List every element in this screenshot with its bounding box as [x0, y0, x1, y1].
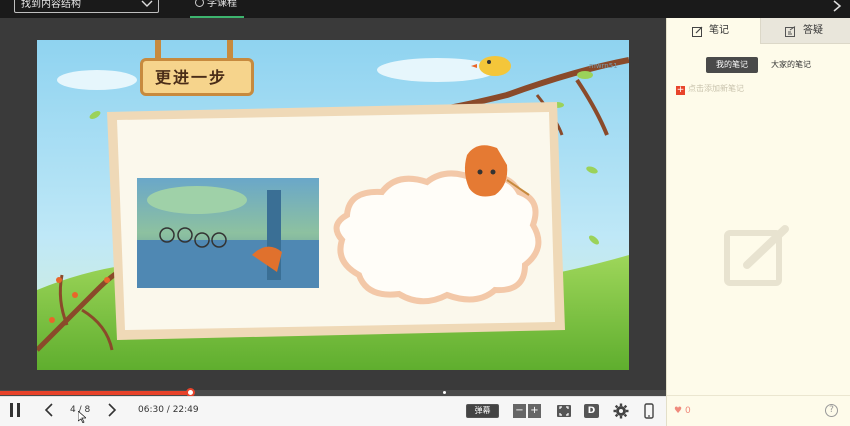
plus-icon: +: [676, 85, 685, 95]
collapse-panel-arrow-icon[interactable]: [832, 0, 842, 12]
top-bar: 找到内容结构 学课程: [0, 0, 850, 18]
panel-tabs: 笔记 答疑: [667, 18, 850, 44]
content-structure-select[interactable]: 找到内容结构: [14, 0, 159, 13]
pause-button[interactable]: [10, 403, 20, 417]
zoom-controls: − +: [513, 404, 542, 418]
tab-notes[interactable]: 笔记: [667, 18, 760, 44]
empty-notes-edit-icon: [724, 225, 789, 286]
filter-all-notes-button[interactable]: 大家的笔记: [771, 59, 811, 70]
slide-illustration: [37, 40, 629, 370]
zoom-in-button[interactable]: +: [528, 404, 541, 418]
next-page-button[interactable]: [107, 403, 117, 417]
tab-qa-label: 答疑: [803, 25, 823, 36]
tab-qa[interactable]: 答疑: [760, 18, 850, 44]
danmu-toggle-button[interactable]: 弹幕: [466, 404, 499, 418]
previous-page-button[interactable]: [44, 403, 54, 417]
banner-title: 更进一步: [155, 68, 228, 87]
panel-footer: ♥ 0 ?: [667, 395, 850, 426]
qa-edit-icon: [785, 26, 796, 37]
add-note-label: 点击添加新笔记: [688, 84, 744, 93]
add-note-link[interactable]: + 点击添加新笔记: [676, 83, 744, 95]
edit-note-icon: [692, 26, 703, 37]
zoom-out-button[interactable]: −: [513, 404, 526, 418]
watermark-text: mwrn51: [589, 62, 618, 70]
player-controls: 4 / 8 06:30 / 22:49 弹幕 − + D: [0, 396, 666, 426]
d-mode-button[interactable]: D: [584, 404, 599, 418]
progress-fill: [0, 391, 190, 395]
like-count[interactable]: ♥ 0: [674, 406, 691, 416]
tab-learn-course-label: 学课程: [207, 0, 237, 9]
like-count-value: 0: [684, 406, 691, 416]
tab-learn-course[interactable]: 学课程: [190, 0, 244, 18]
fullscreen-icon[interactable]: [556, 403, 572, 419]
filter-my-notes-button[interactable]: 我的笔记: [706, 57, 758, 73]
progress-marker: [443, 391, 446, 394]
help-icon[interactable]: ?: [825, 404, 838, 417]
notes-panel: 笔记 答疑 我的笔记 大家的笔记 + 点击添加新笔记 ♥ 0 ?: [666, 18, 850, 426]
content-structure-select-value: 找到内容结构: [21, 0, 81, 10]
video-area[interactable]: 更进一步 mwrn51: [0, 18, 666, 390]
mouse-cursor-icon: [78, 411, 86, 423]
tab-notes-label: 笔记: [709, 25, 729, 36]
mobile-phone-icon[interactable]: [641, 403, 657, 419]
settings-gear-icon[interactable]: [613, 403, 629, 419]
lesson-slide: 更进一步 mwrn51: [37, 40, 629, 370]
chevron-down-icon: [141, 0, 153, 7]
circle-icon: [195, 0, 204, 7]
time-display: 06:30 / 22:49: [138, 405, 199, 415]
